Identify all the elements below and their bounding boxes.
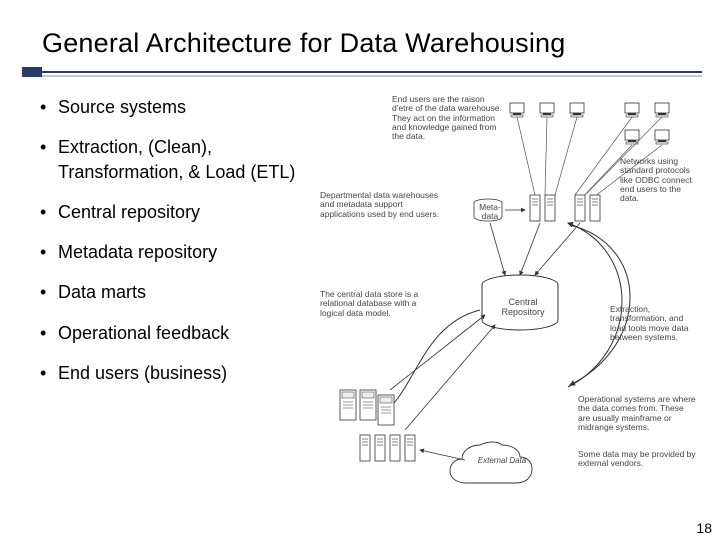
list-item: •Source systems bbox=[40, 95, 320, 119]
bullet-text: Source systems bbox=[58, 95, 186, 119]
bullet-text: Operational feedback bbox=[58, 321, 229, 345]
list-item: •Metadata repository bbox=[40, 240, 320, 264]
page-number: 18 bbox=[696, 520, 712, 536]
bullet-text: Data marts bbox=[58, 280, 146, 304]
diagram-note-operational: Operational systems are where the data c… bbox=[578, 395, 696, 432]
diagram-label-central-repo: Central Repository bbox=[488, 298, 558, 318]
diagram-note-end-users: End users are the raison d'etre of the d… bbox=[392, 95, 502, 142]
list-item: •Operational feedback bbox=[40, 321, 320, 345]
list-item: •Data marts bbox=[40, 280, 320, 304]
bullet-text: Extraction, (Clean), Transformation, & L… bbox=[58, 135, 320, 184]
bullet-text: Metadata repository bbox=[58, 240, 217, 264]
diagram-label-metadata: Meta-data bbox=[475, 203, 505, 222]
diagram-note-dept-dw: Departmental data warehouses and metadat… bbox=[320, 191, 445, 219]
list-item: •Central repository bbox=[40, 200, 320, 224]
list-item: •End users (business) bbox=[40, 361, 320, 385]
diagram-note-external: Some data may be provided by external ve… bbox=[578, 450, 696, 469]
diagram-note-etl: Extraction, transformation, and load too… bbox=[610, 305, 698, 342]
bullet-text: Central repository bbox=[58, 200, 200, 224]
diagram-note-networks: Networks using standard protocols like O… bbox=[620, 157, 698, 204]
diagram-label-external: External Data bbox=[472, 457, 532, 466]
architecture-diagram: End users are the raison d'etre of the d… bbox=[320, 95, 700, 485]
title-underline bbox=[42, 65, 720, 77]
list-item: •Extraction, (Clean), Transformation, & … bbox=[40, 135, 320, 184]
bullet-text: End users (business) bbox=[58, 361, 227, 385]
page-title: General Architecture for Data Warehousin… bbox=[42, 28, 720, 59]
bullet-list: •Source systems •Extraction, (Clean), Tr… bbox=[40, 95, 320, 485]
diagram-note-central-repo: The central data store is a relational d… bbox=[320, 290, 440, 318]
